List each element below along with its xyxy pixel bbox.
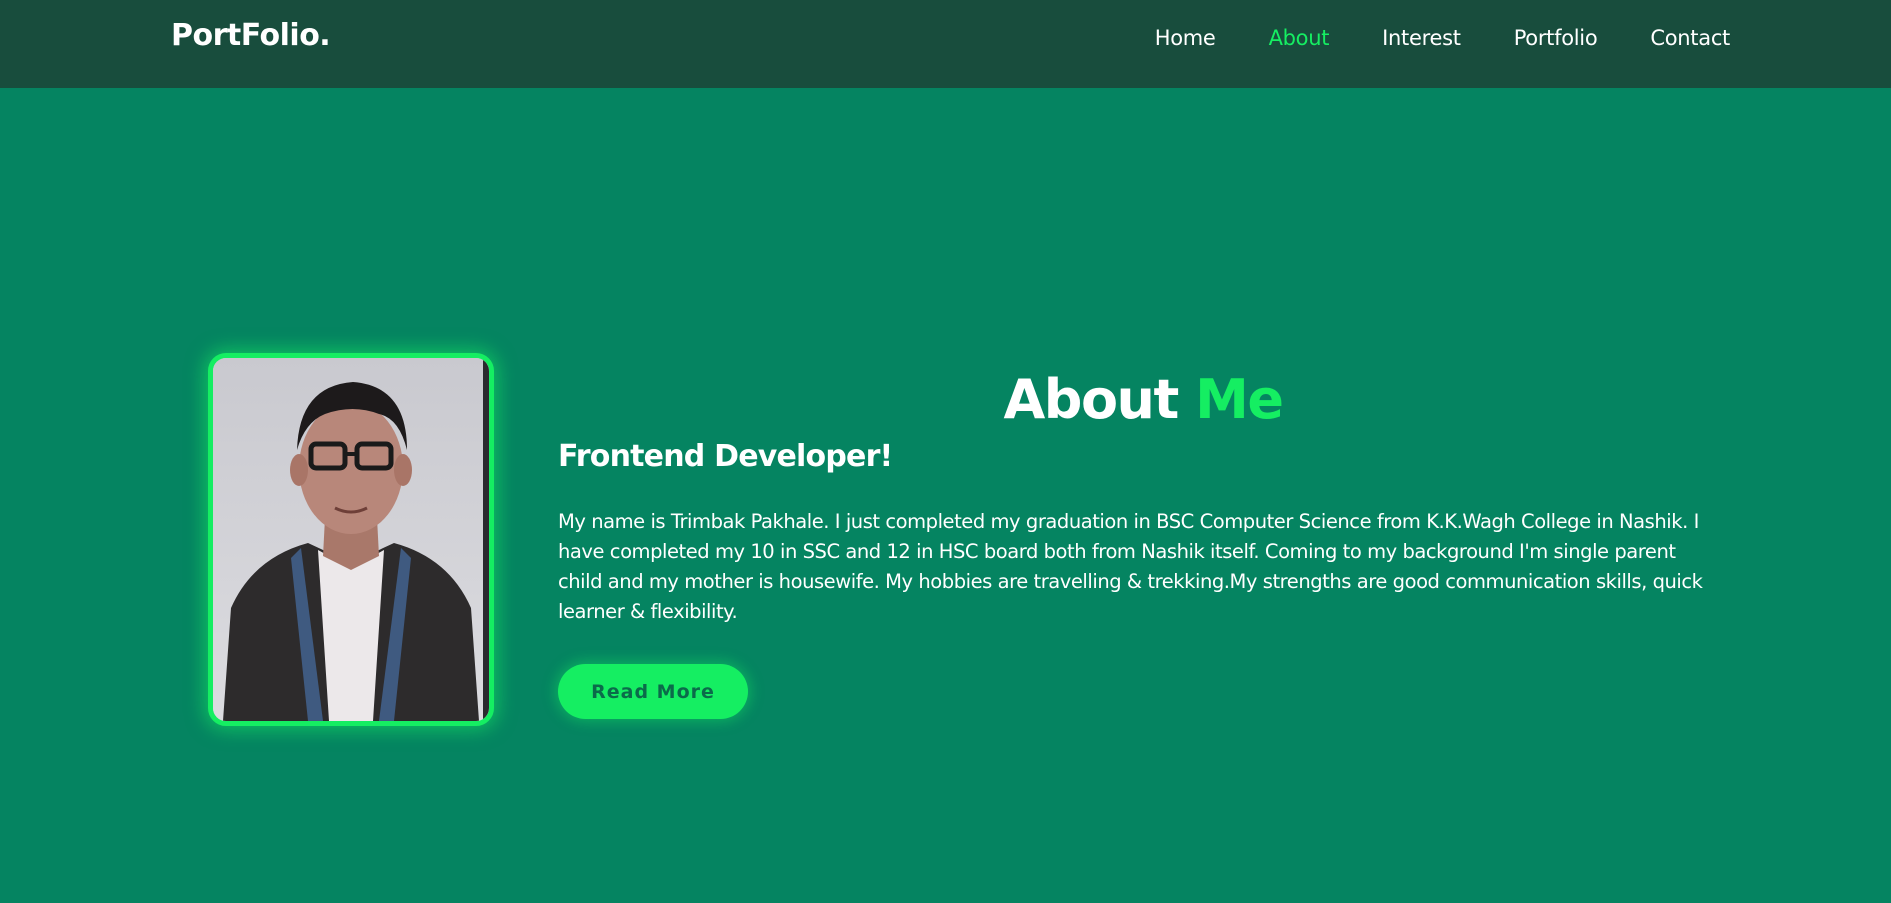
bio-paragraph: My name is Trimbak Pakhale. I just compl… [558,510,1703,623]
read-more-button[interactable]: Read More [558,664,748,719]
logo[interactable]: PortFolio. [171,18,331,53]
profile-photo-image [213,358,489,721]
role-heading: Frontend Developer! [558,439,893,474]
main-nav: Home About Interest Portfolio Contact [1102,26,1731,50]
title-main: About [1003,368,1196,431]
nav-home[interactable]: Home [1155,26,1216,50]
nav-about[interactable]: About [1269,26,1330,50]
nav-interest[interactable]: Interest [1382,26,1461,50]
nav-portfolio[interactable]: Portfolio [1514,26,1598,50]
site-header: PortFolio. Home About Interest Portfolio… [0,0,1891,88]
title-accent: Me [1195,368,1284,431]
page-title: About Me [558,364,1728,436]
nav-contact[interactable]: Contact [1650,26,1730,50]
profile-photo [208,353,494,726]
